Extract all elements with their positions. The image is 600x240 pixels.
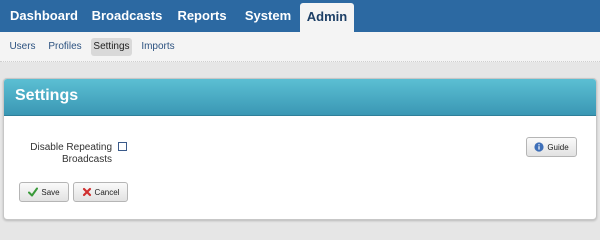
settings-panel: Settings Disable Repeating Broadcasts Gu… [3,78,597,220]
guide-button[interactable]: Guide [526,137,577,157]
guide-button-label: Guide [547,142,569,152]
subnav-settings[interactable]: Settings [91,38,132,56]
save-button-label: Save [41,187,60,197]
subnav-profiles[interactable]: Profiles [45,38,85,56]
panel-header: Settings [4,79,596,116]
tab-reports[interactable]: Reports [166,0,238,32]
tab-broadcasts[interactable]: Broadcasts [88,0,166,32]
tab-admin[interactable]: Admin [300,3,354,32]
page-title: Settings [15,87,79,104]
cancel-button-label: Cancel [94,187,120,197]
sub-navigation: Users Profiles Settings Imports [0,32,600,62]
tab-dashboard[interactable]: Dashboard [0,0,88,32]
x-icon [82,187,91,197]
tab-system[interactable]: System [238,0,298,32]
subnav-users[interactable]: Users [6,38,39,56]
disable-repeating-broadcasts-label: Disable Repeating Broadcasts [30,142,112,165]
info-icon [534,142,544,152]
top-navigation: Dashboard Broadcasts Reports System Admi… [0,0,600,32]
subnav-imports[interactable]: Imports [139,38,177,56]
disable-repeating-broadcasts-checkbox[interactable] [118,142,127,151]
checkmark-icon [28,187,39,197]
save-button[interactable]: Save [19,182,69,202]
cancel-button[interactable]: Cancel [73,182,128,202]
